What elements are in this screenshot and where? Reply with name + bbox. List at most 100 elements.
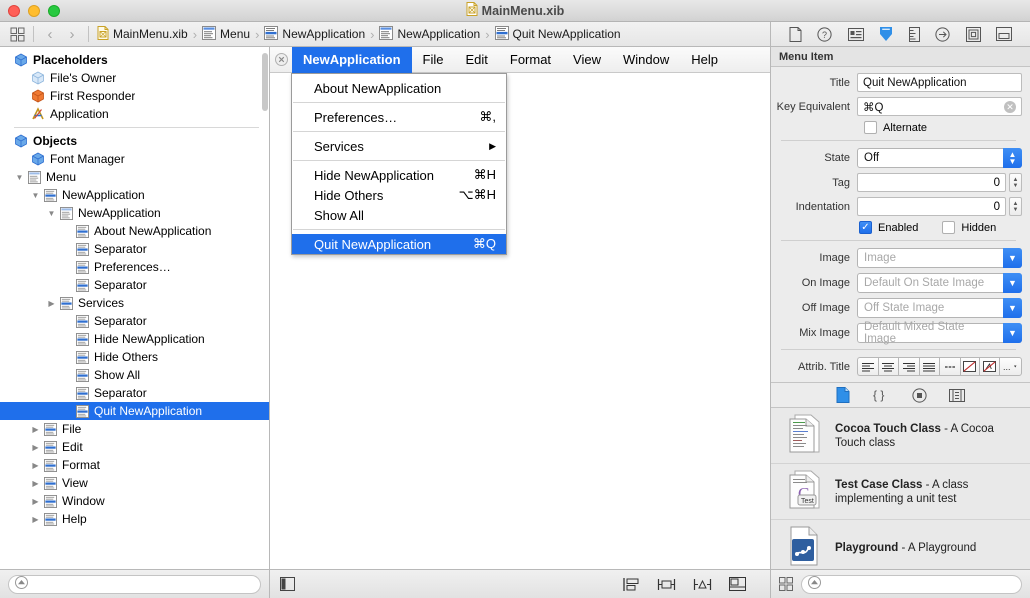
twisty-open-icon[interactable]: ▼: [29, 191, 42, 200]
attributes-inspector-icon[interactable]: [879, 26, 893, 42]
menu-item-hide-others[interactable]: Hide Others ⌥⌘H: [292, 185, 506, 205]
quick-help-icon[interactable]: ?: [817, 26, 832, 42]
menubar-item-file[interactable]: File: [412, 47, 455, 73]
menu-item-show-all[interactable]: Show All: [292, 205, 506, 225]
outline-item-about-newapplication[interactable]: About NewApplication: [0, 222, 269, 240]
resolve-issues-icon[interactable]: [729, 577, 746, 591]
outline-scroll-area[interactable]: Placeholders File's Owner First Responde…: [0, 47, 269, 569]
tag-input[interactable]: 0: [857, 173, 1006, 192]
twisty-closed-icon[interactable]: ▶: [29, 497, 42, 506]
outline-item-file[interactable]: ▶ File: [0, 420, 269, 438]
indentation-stepper[interactable]: ▲ ▼: [1009, 197, 1022, 216]
outline-item-application[interactable]: Application: [0, 105, 269, 123]
chevron-left-icon[interactable]: ‹: [39, 27, 61, 42]
file-template-icon[interactable]: [836, 387, 850, 403]
menu-item-preferences[interactable]: Preferences… ⌘,: [292, 107, 506, 127]
stack-view-icon[interactable]: [623, 577, 640, 592]
outline-section-placeholders[interactable]: Placeholders: [0, 51, 269, 69]
align-natural-icon[interactable]: [939, 357, 960, 376]
align-justify-icon[interactable]: [918, 357, 939, 376]
menubar-item-help[interactable]: Help: [680, 47, 729, 73]
canvas-close-icon[interactable]: [270, 53, 292, 66]
twisty-closed-icon[interactable]: ▶: [45, 299, 58, 308]
menubar-item-window[interactable]: Window: [612, 47, 680, 73]
outline-item-help[interactable]: ▶ Help: [0, 510, 269, 528]
outline-item-edit[interactable]: ▶ Edit: [0, 438, 269, 456]
chevron-down-icon[interactable]: ▼: [1003, 273, 1022, 293]
outline-item-show-all[interactable]: Show All: [0, 366, 269, 384]
bindings-inspector-icon[interactable]: [965, 26, 981, 42]
title-input[interactable]: Quit NewApplication: [857, 73, 1022, 92]
canvas-editor[interactable]: NewApplication File Edit Format View Win…: [270, 47, 770, 569]
breadcrumb-item-0[interactable]: MainMenu.xib: [97, 25, 188, 43]
menu-item-about-newapplication[interactable]: About NewApplication: [292, 78, 506, 98]
align-center-icon[interactable]: [877, 357, 898, 376]
indentation-input[interactable]: 0: [857, 197, 1006, 216]
menubar-item-format[interactable]: Format: [499, 47, 562, 73]
breadcrumb-item-2[interactable]: NewApplication: [264, 25, 365, 43]
menubar-item-edit[interactable]: Edit: [454, 47, 498, 73]
outline-item-quit-newapplication[interactable]: Quit NewApplication: [0, 402, 269, 420]
outline-item-window[interactable]: ▶ Window: [0, 492, 269, 510]
outline-item-newapplication-submenu[interactable]: ▼ NewApplication: [0, 204, 269, 222]
outline-item-files-owner[interactable]: File's Owner: [0, 69, 269, 87]
identity-inspector-icon[interactable]: [847, 27, 864, 41]
library-item-cocoa-touch-class[interactable]: Cocoa Touch Class - A Cocoa Touch class: [771, 408, 1030, 464]
align-icon[interactable]: [657, 577, 676, 592]
state-select[interactable]: Off ▲ ▼: [857, 148, 1022, 168]
align-left-icon[interactable]: [857, 357, 878, 376]
library-grid-icon[interactable]: [779, 577, 793, 591]
outline-item-view[interactable]: ▶ View: [0, 474, 269, 492]
menu-item-quit-newapplication[interactable]: Quit NewApplication ⌘Q: [292, 234, 506, 254]
outline-item-font-manager[interactable]: Font Manager: [0, 150, 269, 168]
more-options-icon[interactable]: ...: [998, 357, 1022, 376]
canvas-toggle-icon[interactable]: [280, 577, 295, 591]
chevron-right-icon[interactable]: ›: [61, 27, 83, 42]
outline-item-separator[interactable]: Separator: [0, 384, 269, 402]
chevron-updown-icon[interactable]: ▲ ▼: [1003, 148, 1022, 168]
align-right-icon[interactable]: [898, 357, 919, 376]
menu-item-services[interactable]: Services ▶: [292, 136, 506, 156]
library-item-playground[interactable]: Playground - A Playground: [771, 520, 1030, 569]
chevron-down-icon[interactable]: ▼: [1003, 248, 1022, 268]
outline-item-first-responder[interactable]: First Responder: [0, 87, 269, 105]
object-library-icon[interactable]: [912, 387, 927, 403]
twisty-closed-icon[interactable]: ▶: [29, 515, 42, 524]
text-color-icon[interactable]: [959, 357, 979, 376]
media-library-icon[interactable]: [949, 388, 965, 402]
view-effects-icon[interactable]: [996, 27, 1013, 41]
size-inspector-icon[interactable]: [908, 26, 920, 42]
twisty-closed-icon[interactable]: ▶: [29, 461, 42, 470]
code-snippet-icon[interactable]: { }: [872, 388, 890, 402]
outline-item-separator[interactable]: Separator: [0, 240, 269, 258]
connections-inspector-icon[interactable]: [935, 26, 950, 42]
on-image-select[interactable]: Default On State Image ▼: [857, 273, 1022, 293]
image-select[interactable]: Image ▼: [857, 248, 1022, 268]
outline-section-objects[interactable]: Objects: [0, 132, 269, 150]
key-equivalent-input[interactable]: ⌘Q ✕: [857, 97, 1022, 116]
outline-item-separator[interactable]: Separator: [0, 276, 269, 294]
twisty-closed-icon[interactable]: ▶: [29, 425, 42, 434]
off-image-select[interactable]: Off State Image ▼: [857, 298, 1022, 318]
menu-item-hide-newapplication[interactable]: Hide NewApplication ⌘H: [292, 165, 506, 185]
twisty-open-icon[interactable]: ▼: [45, 209, 58, 218]
clear-icon[interactable]: ✕: [1004, 100, 1016, 113]
twisty-open-icon[interactable]: ▼: [13, 173, 26, 182]
menubar-item-newapplication[interactable]: NewApplication: [292, 47, 412, 73]
file-inspector-icon[interactable]: [789, 26, 802, 42]
alternate-checkbox[interactable]: [864, 121, 877, 134]
tag-stepper[interactable]: ▲ ▼: [1009, 173, 1022, 192]
editor-grid-icon[interactable]: [6, 22, 28, 46]
hidden-checkbox[interactable]: [942, 221, 956, 234]
chevron-down-icon[interactable]: ▼: [1003, 323, 1022, 343]
outline-item-preferences[interactable]: Preferences…: [0, 258, 269, 276]
text-style-icon[interactable]: [979, 357, 999, 376]
outline-item-hide-newapplication[interactable]: Hide NewApplication: [0, 330, 269, 348]
outline-filter-input[interactable]: [8, 574, 261, 594]
chevron-down-icon[interactable]: ▼: [1003, 298, 1022, 318]
breadcrumb-item-3[interactable]: NewApplication: [379, 25, 480, 43]
menubar-item-view[interactable]: View: [562, 47, 612, 73]
twisty-closed-icon[interactable]: ▶: [29, 479, 42, 488]
mix-image-select[interactable]: Default Mixed State Image ▼: [857, 321, 1022, 345]
outline-item-services[interactable]: ▶ Services: [0, 294, 269, 312]
